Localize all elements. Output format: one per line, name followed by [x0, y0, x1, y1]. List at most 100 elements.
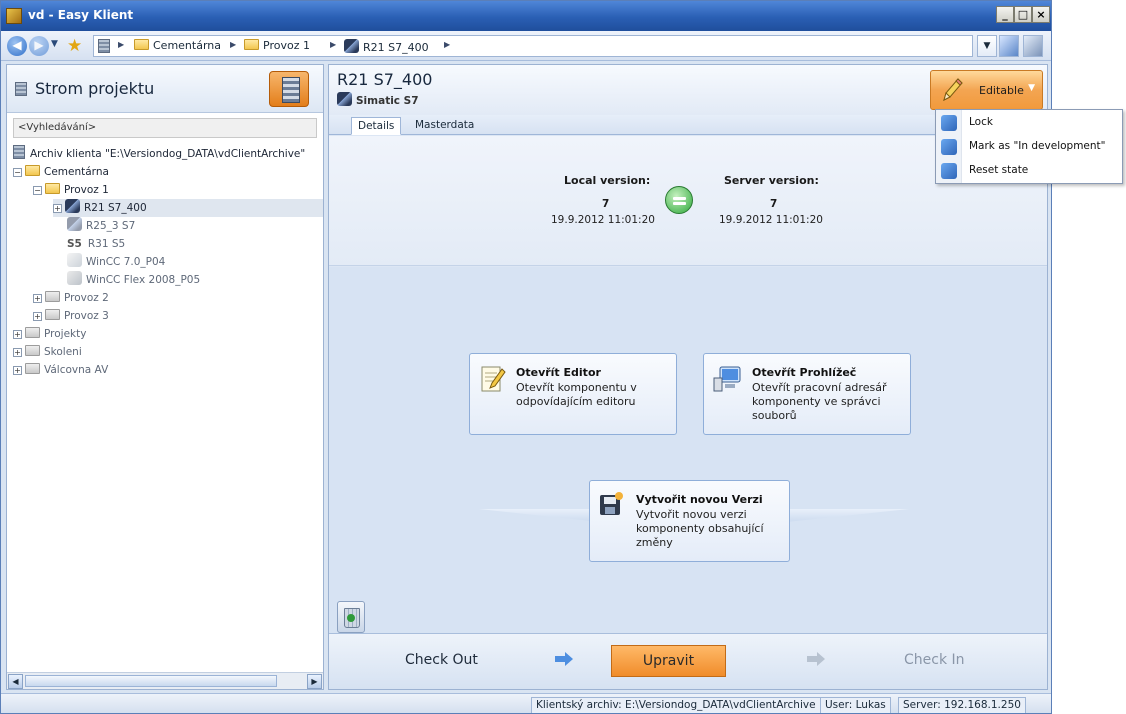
scroll-right-icon[interactable]: ▶ — [307, 674, 322, 689]
tree-node-cementarna[interactable]: − Cementárna — [13, 163, 109, 181]
open-editor-button[interactable]: Otevřít Editor Otevřít komponentu v odpo… — [469, 353, 677, 435]
tab-masterdata[interactable]: Masterdata — [409, 117, 480, 135]
project-tree-pane: Strom projektu <Vyhledávání> Archiv klie… — [6, 64, 324, 690]
open-browser-title: Otevřít Prohlížeč — [752, 366, 857, 379]
tree-node-r31-s5[interactable]: S5 R31 S5 — [67, 235, 125, 253]
menu-item-lock[interactable]: Lock — [936, 111, 1122, 135]
collapse-icon[interactable]: − — [13, 168, 22, 177]
address-bar: ◀ ▶ ▼ ★ ▶ Cementárna ▶ Provoz 1 ▶ R21 S7… — [1, 31, 1051, 61]
menu-item-reset-state[interactable]: Reset state — [936, 159, 1122, 183]
simatic-s7-icon — [344, 39, 359, 53]
component-header: R21 S7_400 Simatic S7 Editable ▼ — [329, 65, 1047, 115]
create-version-button[interactable]: Vytvořit novou Verzi Vytvořit novou verz… — [589, 480, 790, 562]
collapse-icon[interactable]: − — [33, 186, 42, 195]
check-in-step[interactable]: Check In — [904, 652, 965, 668]
editor-icon — [481, 366, 506, 392]
s5-icon: S5 — [67, 238, 82, 250]
simatic-s7-icon — [337, 92, 352, 106]
archive-icon — [15, 82, 27, 96]
server-version-label: Server version: — [724, 174, 819, 187]
breadcrumb-item-r21[interactable]: R21 S7_400 — [344, 39, 429, 54]
status-archive-path: Klientský archiv: E:\Versiondog_DATA\vdC… — [531, 697, 821, 713]
save-icon — [600, 492, 623, 515]
back-icon[interactable]: ◀ — [7, 36, 27, 56]
workflow-bar: Check Out Upravit Check In — [329, 633, 1047, 689]
local-version-number: 7 — [602, 198, 610, 210]
create-version-title: Vytvořit novou Verzi — [636, 493, 763, 506]
archive-button[interactable] — [269, 71, 309, 107]
arrow-right-icon — [555, 652, 573, 666]
forward-icon[interactable]: ▶ — [29, 36, 49, 56]
status-bar: Klientský archiv: E:\Versiondog_DATA\vdC… — [1, 693, 1051, 713]
history-dropdown-icon[interactable]: ▼ — [51, 39, 61, 53]
tree-node-provoz1[interactable]: − Provoz 1 — [33, 181, 109, 199]
component-type: Simatic S7 — [337, 92, 419, 107]
tree-node-skoleni[interactable]: + Skoleni — [13, 343, 82, 361]
status-server: Server: 192.168.1.250 — [898, 697, 1026, 713]
folder-open-icon — [25, 165, 40, 176]
lock-icon — [941, 115, 957, 131]
open-browser-description: Otevřít pracovní adresář komponenty ve s… — [752, 381, 887, 422]
title-bar: vd - Easy Klient _ □ × — [1, 1, 1051, 31]
recycle-bin-icon[interactable] — [337, 601, 365, 633]
folder-icon — [45, 291, 60, 302]
tree-node-projekty[interactable]: + Projekty — [13, 325, 86, 343]
close-button[interactable]: × — [1032, 6, 1050, 23]
sync-icon[interactable] — [999, 35, 1019, 57]
app-icon — [6, 8, 22, 24]
tree-node-provoz3[interactable]: + Provoz 3 — [33, 307, 109, 325]
computer-icon — [713, 366, 741, 392]
expand-icon[interactable]: + — [33, 312, 42, 321]
tree-node-valcovna[interactable]: + Válcovna AV — [13, 361, 108, 379]
folder-icon — [45, 309, 60, 320]
create-version-description: Vytvořit novou verzi komponenty obsahují… — [636, 508, 764, 549]
tab-details[interactable]: Details — [351, 117, 402, 135]
simatic-s7-icon — [67, 217, 82, 231]
versions-equal-icon — [665, 186, 693, 214]
search-input[interactable]: <Vyhledávání> — [13, 118, 317, 138]
state-dropdown-button[interactable]: Editable ▼ — [930, 70, 1043, 110]
open-browser-button[interactable]: Otevřít Prohlížeč Otevřít pracovní adres… — [703, 353, 911, 435]
horizontal-scrollbar[interactable]: ◀ ▶ — [7, 672, 323, 689]
maximize-button[interactable]: □ — [1014, 6, 1032, 23]
breadcrumb-item-cementarna[interactable]: Cementárna — [134, 39, 221, 52]
breadcrumb-item-provoz1[interactable]: Provoz 1 — [244, 39, 310, 52]
tree-node-wincc-flex[interactable]: WinCC Flex 2008_P05 — [67, 271, 200, 289]
breadcrumb-separator-icon: ▶ — [230, 40, 237, 49]
breadcrumb-separator-icon: ▶ — [444, 40, 451, 49]
breadcrumb-separator-icon: ▶ — [118, 40, 125, 49]
wincc-flex-icon — [67, 271, 82, 285]
tree-node-archive[interactable]: Archiv klienta "E:\Versiondog_DATA\vdCli… — [13, 145, 305, 163]
tree-node-r25-3-s7[interactable]: R25_3 S7 — [67, 217, 135, 235]
expand-icon[interactable]: + — [13, 348, 22, 357]
favorites-star-icon[interactable]: ★ — [67, 36, 87, 56]
project-tree-header: Strom projektu — [7, 65, 323, 113]
check-out-step[interactable]: Check Out — [405, 652, 478, 668]
expand-icon[interactable]: + — [33, 294, 42, 303]
local-version-label: Local version: — [564, 174, 651, 187]
folder-icon — [25, 363, 40, 374]
address-dropdown-icon[interactable]: ▼ — [977, 35, 997, 57]
tree-node-wincc-70[interactable]: WinCC 7.0_P04 — [67, 253, 165, 271]
folder-open-icon — [45, 183, 60, 194]
expand-icon[interactable]: + — [13, 330, 22, 339]
tree-node-r21-s7-400[interactable]: + R21 S7_400 — [53, 199, 323, 217]
status-user: User: Lukas — [820, 697, 891, 713]
tree-node-provoz2[interactable]: + Provoz 2 — [33, 289, 109, 307]
minimize-button[interactable]: _ — [996, 6, 1014, 23]
archive-icon — [98, 39, 110, 53]
folder-icon — [25, 345, 40, 356]
folder-icon — [244, 39, 259, 50]
expand-icon[interactable]: + — [13, 366, 22, 375]
scrollbar-thumb[interactable] — [25, 675, 277, 687]
breadcrumb-root[interactable] — [98, 39, 115, 54]
project-tree-title: Strom projektu — [35, 79, 155, 98]
expand-icon[interactable]: + — [53, 204, 62, 213]
reset-state-icon — [941, 163, 957, 179]
edit-step-button[interactable]: Upravit — [611, 645, 726, 677]
settings-icon[interactable] — [1023, 35, 1043, 57]
scroll-left-icon[interactable]: ◀ — [8, 674, 23, 689]
in-development-icon — [941, 139, 957, 155]
menu-item-mark-in-development[interactable]: Mark as "In development" — [936, 135, 1122, 159]
breadcrumb-separator-icon: ▶ — [330, 40, 337, 49]
